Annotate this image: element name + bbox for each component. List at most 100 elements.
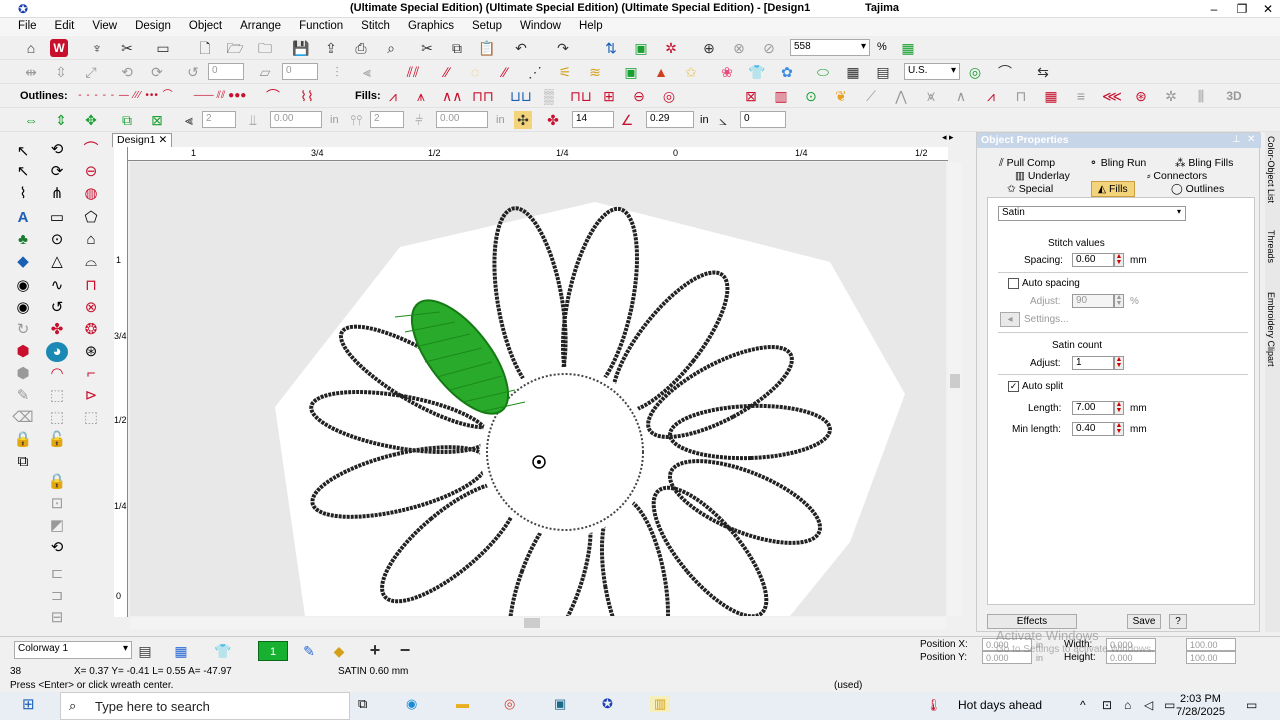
row-gap-icon[interactable]: ⫩: [410, 111, 428, 129]
appliqué-icon[interactable]: ✤: [46, 320, 68, 340]
align-center-icon[interactable]: ⊐: [46, 586, 68, 606]
open-design-icon[interactable]: 🗀: [256, 39, 274, 57]
save-icon[interactable]: 💾: [292, 39, 310, 57]
print-preview-icon[interactable]: ⌕: [382, 39, 400, 57]
palette-icon[interactable]: ✿: [778, 63, 796, 81]
embroidery-design[interactable]: [130, 162, 946, 616]
skew-icon[interactable]: ⤢: [82, 63, 100, 81]
colorway-list-icon[interactable]: ▤: [136, 642, 154, 660]
array-gap-icon[interactable]: ⫫: [244, 111, 262, 129]
weather-icon[interactable]: 🌡: [926, 698, 941, 712]
lasso-icon[interactable]: ⌇: [12, 184, 34, 204]
net-icon[interactable]: ⊛: [80, 342, 102, 362]
flag-icon[interactable]: ⊳: [80, 386, 102, 406]
rectangle-icon[interactable]: ▭: [46, 208, 68, 228]
wreath-rotate-field[interactable]: 0: [740, 111, 786, 128]
fill-wave2-icon[interactable]: ⩘: [982, 87, 1000, 105]
oval-icon[interactable]: ◍: [80, 184, 102, 204]
grid2-icon[interactable]: ▤: [874, 63, 892, 81]
eyedropper-icon[interactable]: ✎: [300, 642, 318, 660]
fill-bars-icon[interactable]: ⊓: [1012, 87, 1030, 105]
remove-color-icon[interactable]: −: [396, 641, 414, 659]
mirror-v-icon[interactable]: ⇳: [52, 63, 70, 81]
menu-edit[interactable]: Edit: [46, 18, 84, 32]
file-explorer-icon[interactable]: ▬: [456, 696, 469, 711]
array-gap-field[interactable]: 0.00: [270, 111, 322, 128]
row-gap-field[interactable]: 0.00: [436, 111, 488, 128]
arc-outline-icon[interactable]: ⌒: [264, 87, 282, 105]
align-left-icon[interactable]: ⊏: [46, 564, 68, 584]
tab-bling-run[interactable]: ⚬ Bling Run: [1089, 157, 1146, 169]
flip-h-icon[interactable]: ⇔: [22, 111, 40, 129]
polygon-icon[interactable]: ⬠: [80, 208, 102, 228]
shirt-icon[interactable]: 👕: [748, 63, 766, 81]
redo-icon[interactable]: ↷: [554, 39, 572, 57]
wreath-count-icon[interactable]: ✤: [544, 111, 562, 129]
weather-text[interactable]: Hot days ahead: [958, 698, 1042, 712]
auto-spacing-checkbox[interactable]: [1008, 278, 1019, 289]
app-icon-1[interactable]: ▣: [554, 696, 566, 712]
shapes-tool-icon[interactable]: △: [46, 252, 68, 272]
export-icon[interactable]: ⇪: [322, 39, 340, 57]
current-color-swatch[interactable]: 1: [258, 641, 288, 661]
row-count-field[interactable]: 2: [370, 111, 404, 128]
menu-setup[interactable]: Setup: [463, 18, 511, 32]
array-icon[interactable]: ⧉: [118, 111, 136, 129]
settings-button[interactable]: Settings...: [1024, 314, 1068, 325]
menu-file[interactable]: File: [0, 18, 46, 32]
measure-tool-icon[interactable]: ⌐: [80, 364, 102, 384]
adjust-input[interactable]: 90: [1072, 294, 1114, 308]
fill-column-icon[interactable]: ⫼: [1192, 87, 1210, 105]
transfer-icon[interactable]: ⇆: [1034, 63, 1052, 81]
star-fill-icon[interactable]: ❂: [80, 320, 102, 340]
tab-pull-comp[interactable]: ⫽ Pull Comp: [999, 157, 1055, 170]
node-icon[interactable]: ⋔: [46, 184, 68, 204]
fill-tatami-icon[interactable]: ⩚: [412, 87, 430, 105]
print-icon[interactable]: ⎙: [352, 39, 370, 57]
freehand-icon[interactable]: ∿: [46, 276, 68, 296]
menu-help[interactable]: Help: [570, 18, 612, 32]
scatter-icon[interactable]: ⋰: [526, 63, 544, 81]
pen-icon[interactable]: ✎: [12, 386, 34, 406]
fill-grid-icon[interactable]: ⊞: [600, 87, 618, 105]
menu-design[interactable]: Design: [126, 18, 180, 32]
save-button[interactable]: Save: [1127, 614, 1161, 629]
adjust-spinner[interactable]: ▲ ▼: [1114, 294, 1124, 308]
wreath-tool-icon[interactable]: ◕: [46, 342, 68, 362]
open-icon[interactable]: 🗁: [226, 39, 244, 57]
unlock-icon[interactable]: 🔓: [46, 430, 68, 450]
branch-icon[interactable]: ⊗: [80, 298, 102, 318]
lettering-tool-icon[interactable]: A: [12, 208, 34, 228]
fill-dense-icon[interactable]: ▥: [772, 87, 790, 105]
rotate-icon[interactable]: ↺: [184, 63, 202, 81]
tray-camera-icon[interactable]: ⊡: [1102, 698, 1112, 712]
distribute-icon[interactable]: ⊟: [46, 608, 68, 628]
tab-underlay[interactable]: ▥ Underlay: [1015, 170, 1070, 182]
tab-bling-fills[interactable]: ⁂ Bling Fills: [1175, 157, 1233, 169]
row-icon[interactable]: ⫯⫯: [344, 111, 368, 129]
fill-cross-icon[interactable]: ▒: [540, 87, 558, 105]
star-icon[interactable]: ✩: [682, 63, 700, 81]
length-spinner[interactable]: ▲ ▼: [1114, 401, 1124, 415]
hoop-icon[interactable]: ⊕: [700, 39, 718, 57]
polyline-select-icon[interactable]: ↖: [12, 162, 34, 182]
fill-tool-icon[interactable]: ◉: [12, 298, 34, 318]
embroidery-clipart-tab[interactable]: Embroidery Clipart: [1266, 292, 1276, 367]
zoom-field[interactable]: 558 ▾: [790, 39, 870, 56]
fill-leaf-icon[interactable]: ❦: [832, 87, 850, 105]
rotate-tool-icon[interactable]: ⟳: [46, 162, 68, 182]
fill-fan-icon[interactable]: ⋀: [892, 87, 910, 105]
fill-satin-icon[interactable]: ⩘: [384, 87, 402, 105]
task-view-icon[interactable]: ⧉: [358, 696, 367, 712]
loop-icon[interactable]: ↻: [12, 320, 34, 340]
outline-types-icon[interactable]: - - - - - — ⁄⁄⁄ ••• ⌒: [76, 87, 176, 105]
tab-outlines[interactable]: ◯ Outlines: [1171, 183, 1224, 195]
windows-start-icon[interactable]: ⊞: [22, 695, 35, 713]
mirror-h-icon[interactable]: ⇹: [22, 63, 40, 81]
cut-icon[interactable]: ✂: [418, 39, 436, 57]
home-icon[interactable]: ⌂: [22, 39, 40, 57]
colorway-select[interactable]: Colorway 1 ▾: [14, 641, 132, 659]
units-select[interactable]: U.S. ▾: [904, 63, 960, 80]
slant-icon[interactable]: ▱: [256, 63, 274, 81]
color-object-list-tab[interactable]: Color-Object List: [1266, 136, 1276, 203]
